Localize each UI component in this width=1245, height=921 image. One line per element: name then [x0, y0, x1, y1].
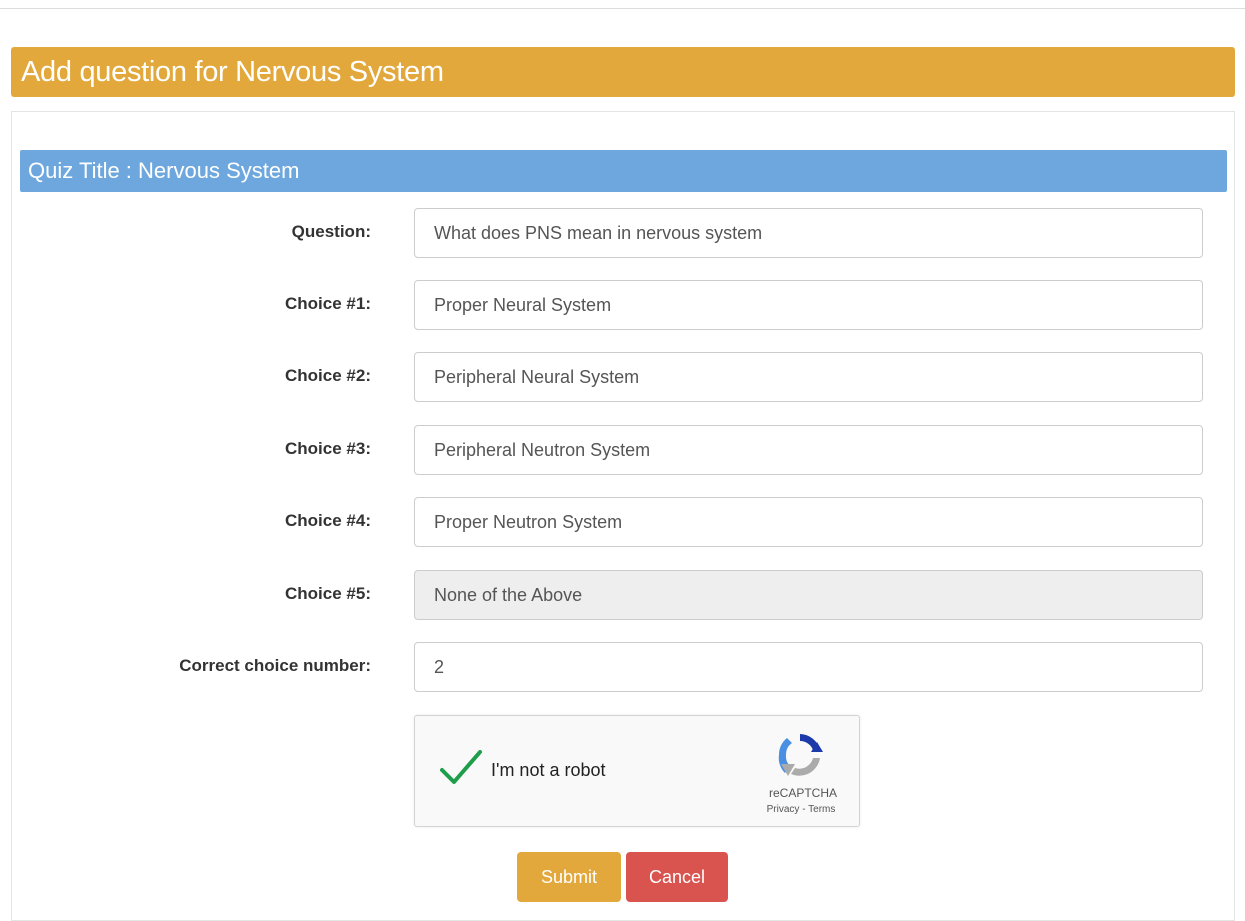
question-input[interactable] [414, 208, 1203, 258]
submit-button[interactable]: Submit [517, 852, 621, 902]
recaptcha-logo-icon [778, 734, 823, 776]
choice2-label: Choice #2: [285, 366, 371, 385]
choice3-label: Choice #3: [285, 439, 371, 458]
links-separator: - [799, 804, 809, 815]
choice5-label: Choice #5: [285, 584, 371, 603]
checkmark-icon [440, 750, 482, 784]
terms-link[interactable]: Terms [808, 804, 835, 815]
choice4-input[interactable] [414, 497, 1203, 547]
choice5-input [414, 570, 1203, 620]
question-label: Question: [291, 222, 371, 241]
choice1-input[interactable] [414, 280, 1203, 330]
question-row: Question: [0, 208, 1245, 258]
choice2-input[interactable] [414, 352, 1203, 402]
correct-choice-input[interactable] [414, 642, 1203, 692]
cancel-button[interactable]: Cancel [626, 852, 728, 902]
recaptcha-label: I'm not a robot [491, 760, 606, 780]
privacy-link[interactable]: Privacy [767, 804, 800, 815]
recaptcha-brand: reCAPTCHA [768, 786, 837, 800]
recaptcha-links: Privacy - Terms [745, 804, 857, 815]
choice4-label: Choice #4: [285, 511, 371, 530]
choice2-row: Choice #2: [0, 352, 1245, 402]
choice3-row: Choice #3: [0, 425, 1245, 475]
choice5-row: Choice #5: [0, 570, 1245, 620]
recaptcha-widget: I'm not a robot reCAPTCHA Privacy - Term… [414, 715, 860, 827]
correct-choice-row: Correct choice number: [0, 642, 1245, 692]
quiz-title: Quiz Title : Nervous System [28, 158, 300, 183]
page-header: Add question for Nervous System [11, 47, 1235, 97]
choice4-row: Choice #4: [0, 497, 1245, 547]
top-divider [0, 8, 1245, 9]
page-title: Add question for Nervous System [21, 56, 444, 88]
choice3-input[interactable] [414, 425, 1203, 475]
choice1-label: Choice #1: [285, 294, 371, 313]
recaptcha-checkbox[interactable] [439, 748, 483, 788]
quiz-title-bar: Quiz Title : Nervous System [20, 150, 1227, 192]
correct-choice-label: Correct choice number: [179, 656, 371, 675]
choice1-row: Choice #1: [0, 280, 1245, 330]
